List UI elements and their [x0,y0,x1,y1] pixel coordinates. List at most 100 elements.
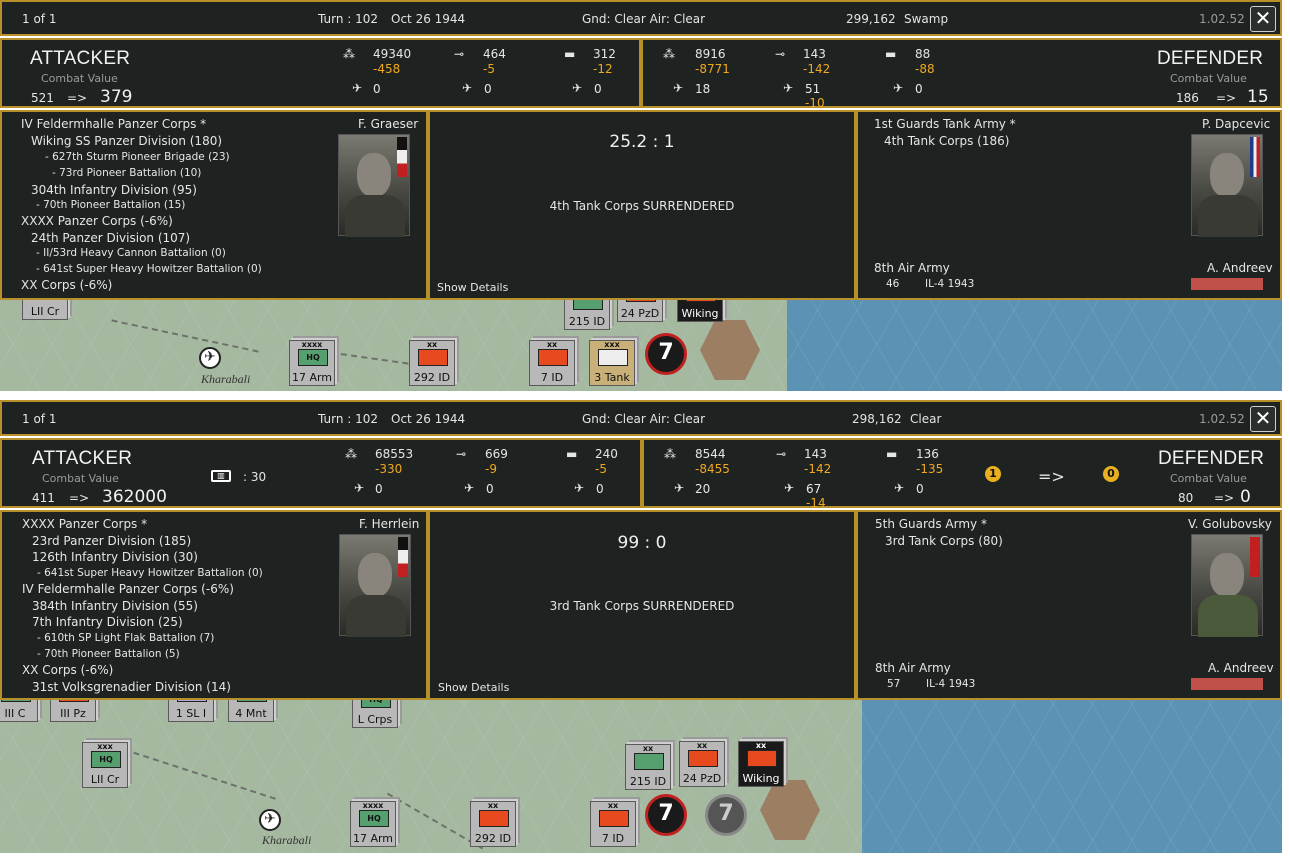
unit-counter[interactable]: 24 PzD [617,300,663,322]
unit-row[interactable]: XXXX Panzer Corps * [22,517,147,531]
soviet-guards-marker-icon[interactable]: 7 [645,794,687,836]
bomber-loss: -10 [805,96,825,110]
combat-result-panel: 25.2 : 1 4th Tank Corps SURRENDERED Show… [428,110,856,300]
air-leader-name: A. Andreev [1207,261,1273,275]
gun-count: 669 [485,447,508,461]
weather-label: Gnd: Clear Air: Clear [582,12,706,26]
unit-counter[interactable]: 1 SL I [168,700,214,722]
army-name[interactable]: 1st Guards Tank Army * [874,117,1016,131]
aircraft-icon: ✈ [894,481,905,495]
unit-counter[interactable]: HQLII Cr [22,300,68,320]
bomber-count: 67 [806,482,822,496]
unit-counter[interactable]: xxx HQ LII Cr [82,742,128,788]
unit-row[interactable]: - 627th Sturm Pioneer Brigade (23) [45,151,230,163]
leader-portrait[interactable] [1191,534,1263,637]
soviet-guards-marker-icon[interactable]: 7 [645,333,687,375]
unit-row[interactable]: 126th Infantry Division (30) [32,550,198,564]
bomber-icon: ✈ [464,481,475,495]
combat-value-label: Combat Value [42,472,119,485]
army-name[interactable]: 5th Guards Army * [875,517,987,531]
close-button[interactable]: ✕ [1250,6,1276,32]
men-loss: -330 [375,462,403,476]
unit-row[interactable]: 3rd Tank Corps (80) [885,534,1003,548]
unit-counter[interactable]: xx 292 ID [409,340,455,386]
soviet-flag-icon [1250,537,1260,577]
fighter-icon: ✈ [673,81,684,95]
unit-row[interactable]: - 641st Super Heavy Howitzer Battalion (… [36,263,262,275]
men-count: 8544 [695,447,726,461]
unit-row[interactable]: - 70th Pioneer Battalion (5) [37,648,180,660]
unit-counter[interactable]: xxxx HQ 17 Arm [350,801,396,847]
fighter-count: 20 [695,482,711,496]
attacker-units-panel: IV Feldermhalle Panzer Corps * Wiking SS… [0,110,428,300]
afv-loss: -135 [916,462,944,476]
air-leader-portrait[interactable] [1191,278,1263,290]
unit-counter[interactable]: xx 7 ID [529,340,575,386]
unit-counter[interactable]: HQIII Pz [50,700,96,722]
unit-row[interactable]: - 70th Pioneer Battalion (15) [36,199,185,211]
hex-coord: 299,162 [846,12,896,26]
unit-row[interactable]: XXXX Panzer Corps (-6%) [21,214,173,228]
men-loss: -8771 [695,62,730,76]
aircraft-icon: ✈ [574,481,585,495]
unit-counter[interactable]: xxxx HQ 17 Arm [289,340,335,386]
defender-title: DEFENDER [1158,448,1265,469]
leader-name: V. Golubovsky [1188,517,1272,531]
unit-row[interactable]: - 73rd Pioneer Battalion (10) [52,167,201,179]
gun-loss: -5 [483,62,495,76]
leader-portrait[interactable] [1191,134,1263,237]
unit-row[interactable]: - 641st Super Heavy Howitzer Battalion (… [37,567,263,579]
airfield-icon[interactable]: ✈ [199,347,221,369]
unit-row[interactable]: 23rd Panzer Division (185) [32,534,191,548]
bomber-count: 51 [805,82,821,96]
unit-row[interactable]: 7th Infantry Division (25) [32,615,183,629]
unit-row[interactable]: 4th Tank Corps (186) [884,134,1009,148]
infantry-icon: ⁂ [343,47,355,61]
unit-counter[interactable]: Wiking [677,300,723,322]
airfield-icon[interactable]: ✈ [259,809,281,831]
unit-row[interactable]: 384th Infantry Division (55) [32,599,198,613]
map-area[interactable]: ✈ Kharabali III C HQIII Pz 1 SL I 4 Mnt … [0,700,1282,853]
unit-counter[interactable]: xx215 ID [625,744,671,790]
unit-row[interactable]: IV Feldermhalle Panzer Corps (-6%) [22,582,234,596]
map-area[interactable]: ✈ Kharabali HQLII Cr xxxxHQ17 Arm xx292 … [0,300,1282,391]
aircraft-icon: ✈ [572,81,583,95]
date-label: Oct 26 1944 [391,412,466,426]
leader-portrait[interactable] [338,134,410,237]
gun-count: 143 [804,447,827,461]
show-details-link[interactable]: Show Details [437,281,508,294]
unit-row[interactable]: 304th Infantry Division (95) [31,183,197,197]
unit-counter[interactable]: xx 292 ID [470,801,516,847]
men-loss: -458 [373,62,401,76]
unit-row[interactable]: - 610th SP Light Flak Battalion (7) [37,632,214,644]
fortification-level-icon: 1 [982,463,1004,485]
air-leader-portrait[interactable] [1191,678,1263,690]
unit-counter[interactable]: xx215 ID [564,300,610,330]
air-army-name[interactable]: 8th Air Army [874,261,950,275]
unit-counter[interactable]: xx 7 ID [590,801,636,847]
soviet-guards-marker-icon[interactable]: 7 [705,794,747,836]
men-loss: -8455 [695,462,730,476]
combat-report-2: ✈ Kharabali III C HQIII Pz 1 SL I 4 Mnt … [0,400,1282,853]
unit-row[interactable]: IV Feldermhalle Panzer Corps * [21,117,206,131]
close-button[interactable]: ✕ [1250,406,1276,432]
unit-row[interactable]: - II/53rd Heavy Cannon Battalion (0) [36,247,226,259]
unit-row[interactable]: XX Corps (-6%) [22,663,113,677]
unit-row[interactable]: 31st Volksgrenadier Division (14) [32,680,231,694]
unit-counter[interactable]: HQL Crps [352,700,398,728]
unit-counter[interactable]: xx Wiking [738,741,784,787]
unit-counter[interactable]: 4 Mnt [228,700,274,722]
page-indicator: 1 of 1 [22,12,57,26]
unit-row[interactable]: 24th Panzer Division (107) [31,231,190,245]
afv-count: 312 [593,47,616,61]
show-details-link[interactable]: Show Details [438,681,509,694]
tank-icon: ▬ [566,447,578,461]
leader-portrait[interactable] [339,534,411,637]
gun-icon: ⊸ [776,447,787,461]
air-army-name[interactable]: 8th Air Army [875,661,951,675]
unit-counter[interactable]: III C [0,700,38,722]
unit-row[interactable]: Wiking SS Panzer Division (180) [31,134,222,148]
unit-counter[interactable]: xx 24 PzD [679,741,725,787]
unit-row[interactable]: XX Corps (-6%) [21,278,112,292]
unit-counter[interactable]: xxx 3 Tank [589,340,635,386]
